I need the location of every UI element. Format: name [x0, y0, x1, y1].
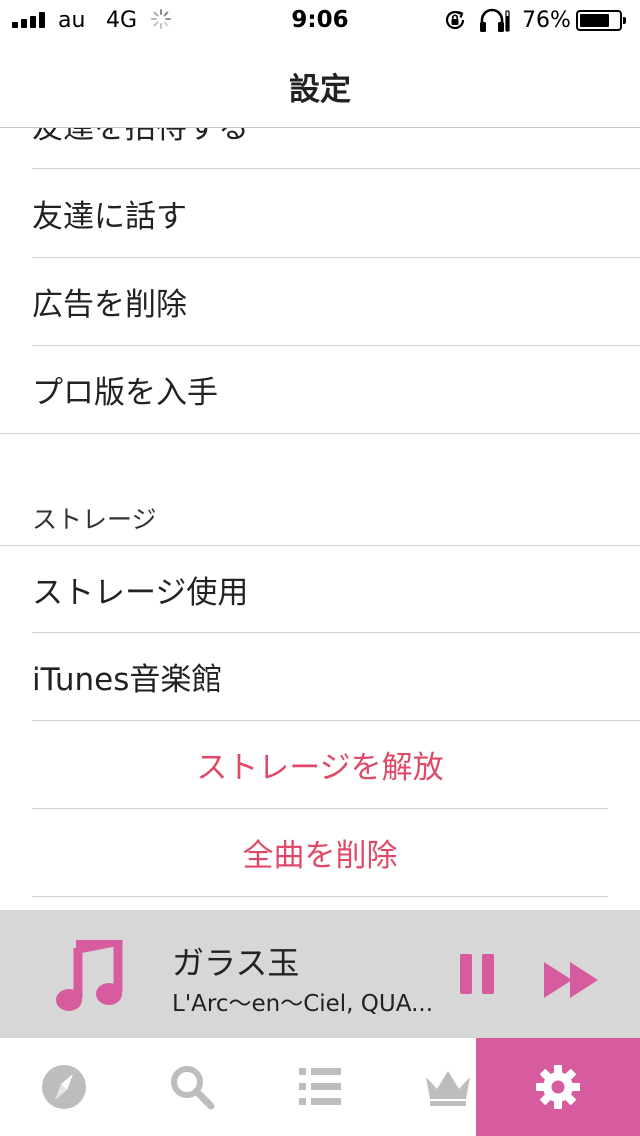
list-item-label: 広告を削除: [32, 287, 187, 323]
section-header-storage: ストレージ: [32, 505, 157, 534]
list-item-tell-friends[interactable]: 友達に話す: [32, 170, 640, 258]
fast-forward-button[interactable]: [544, 962, 600, 998]
search-icon: [171, 1066, 215, 1110]
list-item-remove-ads[interactable]: 広告を削除: [32, 258, 640, 346]
navigation-bar: 設定: [0, 40, 640, 128]
delete-all-songs-button[interactable]: 全曲を削除: [32, 809, 608, 897]
free-storage-label: ストレージを解放: [196, 750, 444, 786]
list-item-label: ストレージ使用: [32, 574, 249, 611]
mini-player[interactable]: ガラス玉 L'Arc〜en〜Ciel, QUA...: [0, 910, 640, 1038]
tab-search[interactable]: [128, 1038, 256, 1136]
pause-icon: [460, 954, 472, 994]
list-item-label: 友達を招待する: [32, 128, 249, 146]
list-item-invite-friends[interactable]: 友達を招待する: [32, 128, 640, 169]
track-artist: L'Arc〜en〜Ciel, QUA...: [172, 991, 434, 1017]
battery-percent: 76%: [522, 8, 571, 33]
battery-icon: [576, 10, 626, 31]
tab-library[interactable]: [256, 1038, 384, 1136]
free-storage-button[interactable]: ストレージを解放: [32, 721, 608, 809]
tab-settings[interactable]: [476, 1038, 640, 1136]
list-icon: [299, 1068, 341, 1105]
list-item-itunes-library[interactable]: iTunes音楽館: [32, 633, 640, 721]
list-item-get-pro[interactable]: プロ版を入手: [0, 346, 640, 434]
list-item-label: 友達に話す: [32, 199, 187, 235]
crown-icon: [426, 1071, 470, 1106]
page-title: 設定: [289, 72, 351, 108]
status-bar: au 4G 9:06 76%: [0, 0, 640, 40]
gear-icon: [536, 1065, 580, 1109]
compass-icon: [42, 1065, 86, 1109]
headphones-icon: [480, 8, 510, 32]
delete-all-songs-label: 全曲を削除: [242, 838, 398, 874]
list-item-storage-usage[interactable]: ストレージ使用: [32, 546, 640, 633]
tab-bar: [0, 1038, 640, 1136]
rotation-lock-icon: [445, 10, 465, 30]
list-item-label: プロ版を入手: [32, 375, 218, 411]
tab-discover[interactable]: [0, 1038, 128, 1136]
music-note-icon: [56, 940, 123, 1011]
track-title: ガラス玉: [172, 944, 300, 982]
list-item-label: iTunes音楽館: [32, 662, 223, 698]
settings-list[interactable]: 友達を招待する 友達に話す 広告を削除 プロ版を入手 ストレージ ストレージ使用…: [0, 128, 640, 910]
pause-button[interactable]: [460, 954, 494, 994]
